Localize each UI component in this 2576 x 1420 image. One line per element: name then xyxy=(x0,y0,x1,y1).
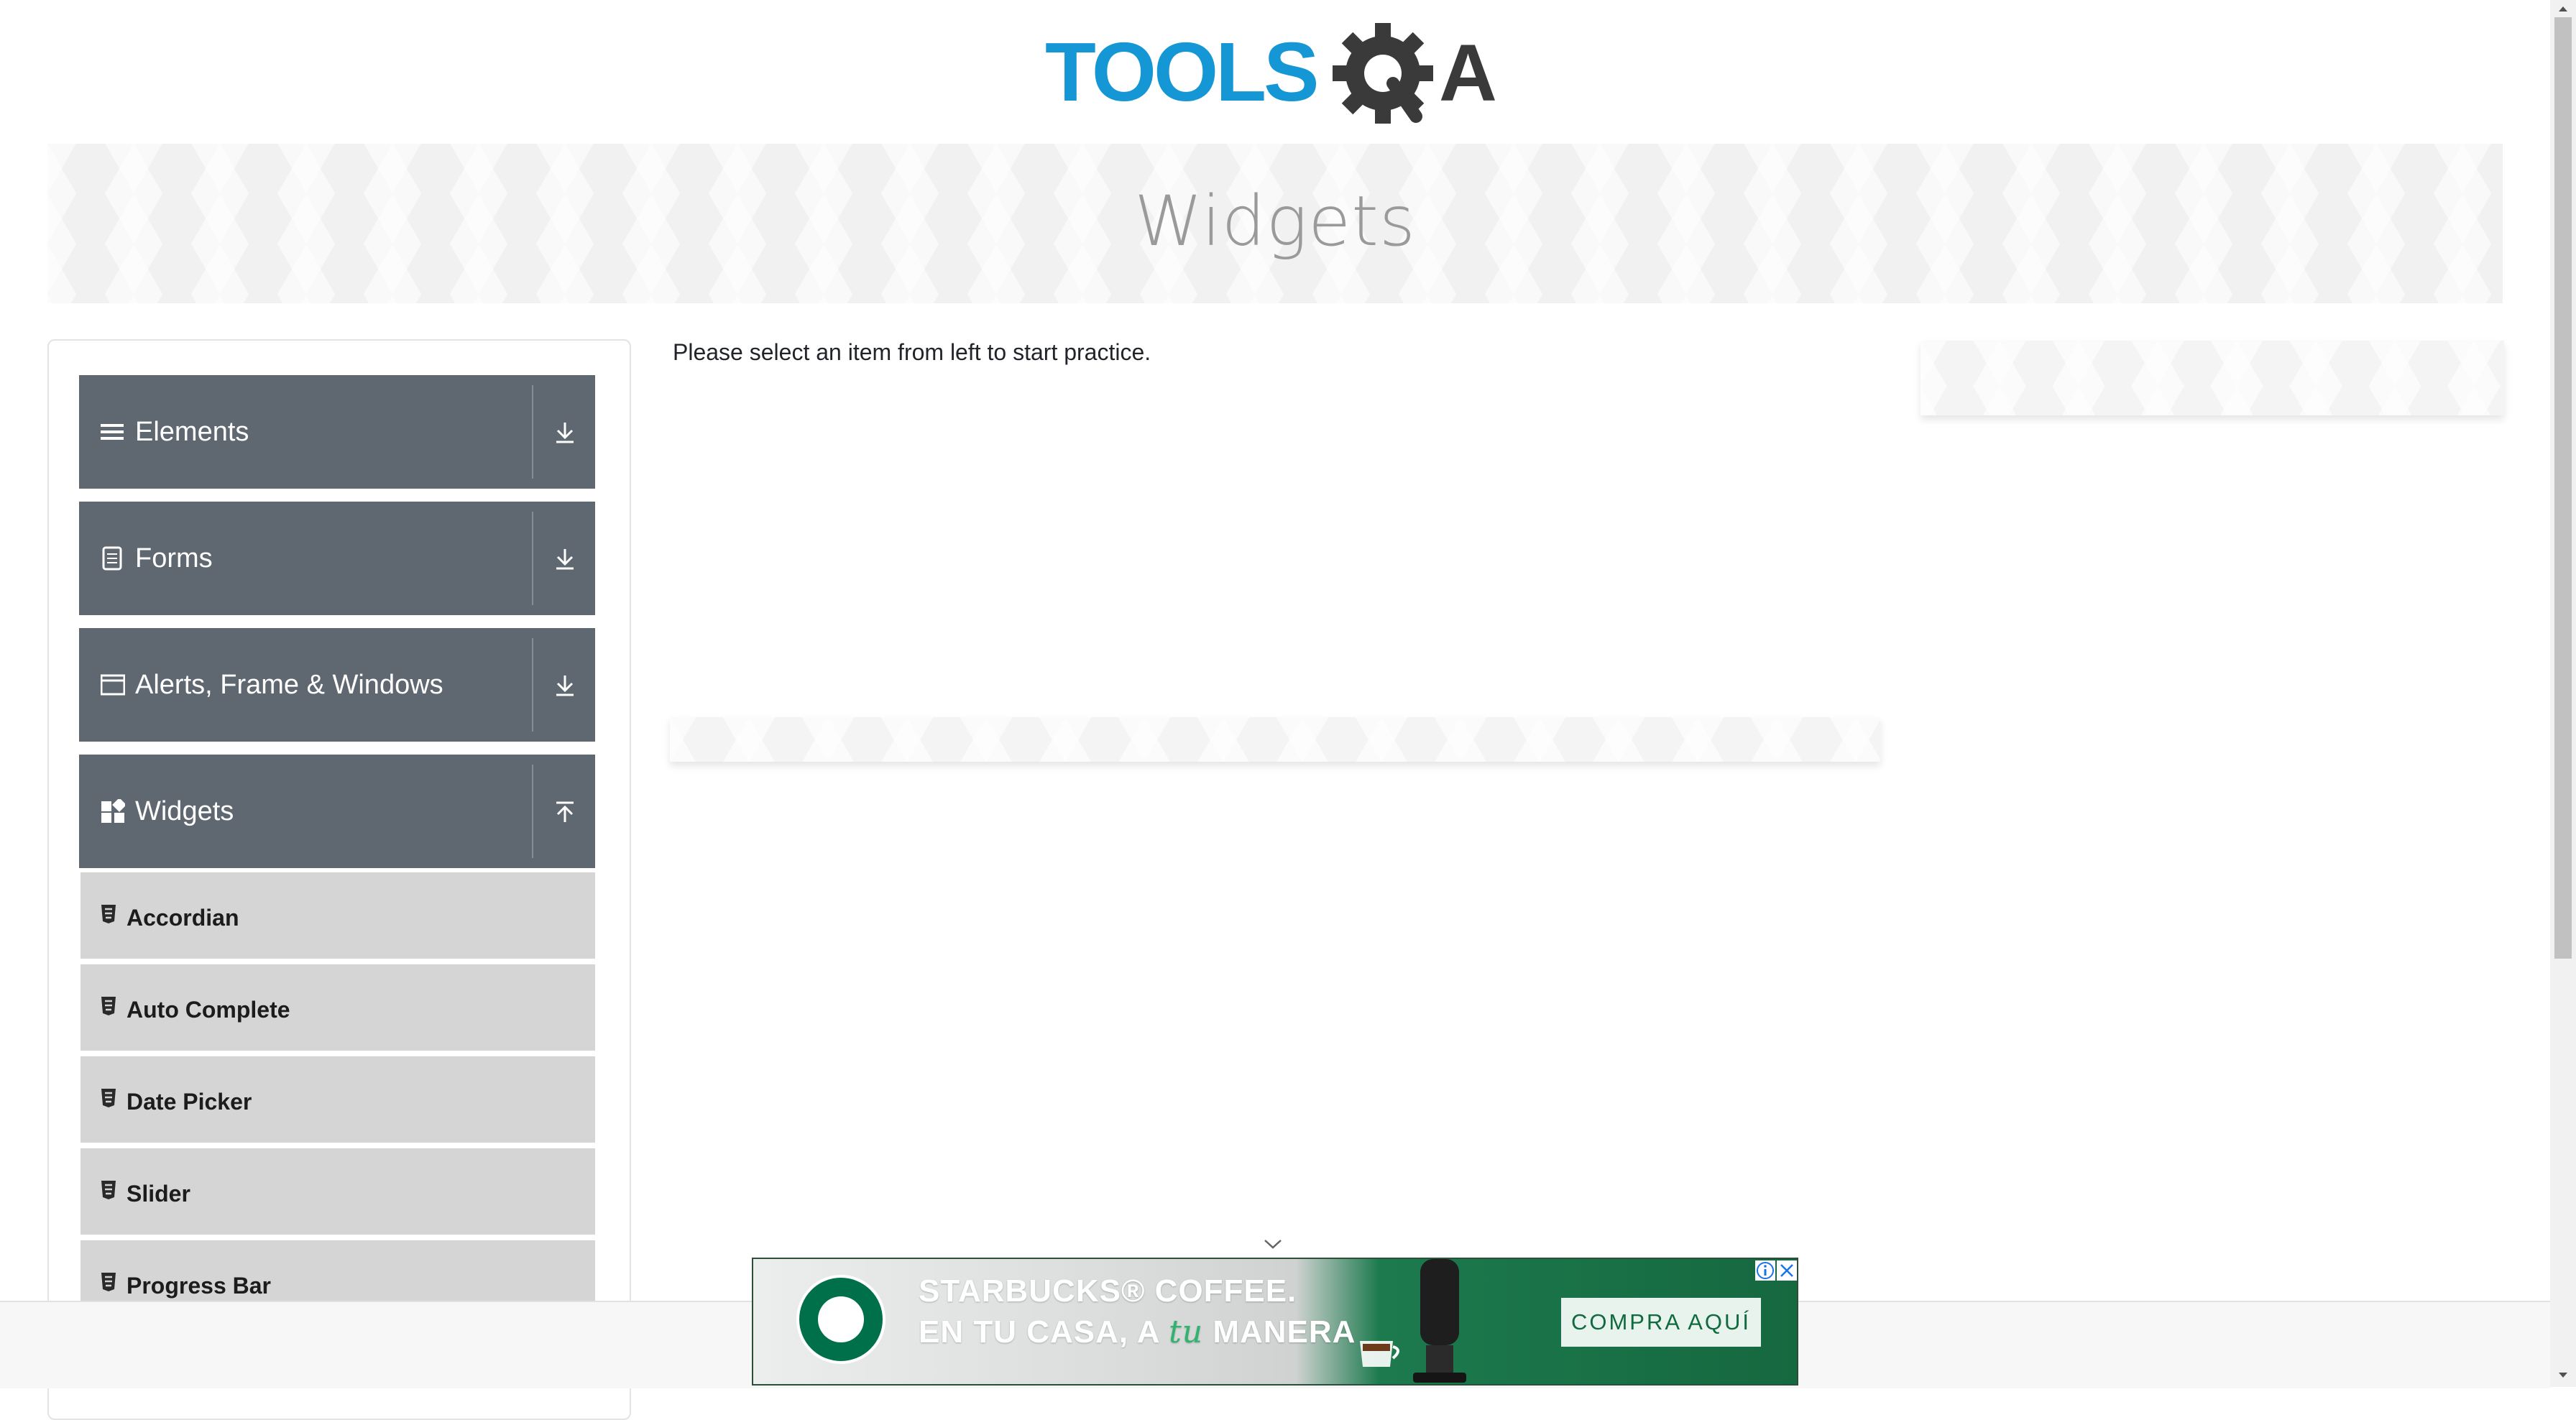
sidebar-item-slider[interactable]: Slider xyxy=(80,1148,595,1235)
divider xyxy=(532,512,533,605)
widgets-grid-icon xyxy=(101,799,125,823)
coffee-machine-image xyxy=(1413,1259,1466,1383)
nav-group-widgets[interactable]: Widgets xyxy=(79,755,595,868)
coffee-cup-image xyxy=(1360,1341,1399,1367)
ad-placeholder-center xyxy=(670,717,1880,762)
close-icon[interactable] xyxy=(1777,1260,1797,1281)
instruction-text: Please select an item from left to start… xyxy=(673,339,1151,365)
ad-subheadline-post: MANERA xyxy=(1203,1314,1356,1350)
gear-icon xyxy=(1333,23,1433,124)
info-icon[interactable] xyxy=(1755,1260,1775,1281)
sidebar-item-accordian[interactable]: Accordian xyxy=(80,872,595,959)
nav-group-label: Widgets xyxy=(135,796,234,826)
nav-group-label: Forms xyxy=(135,543,213,573)
page-title: Widgets xyxy=(1134,181,1416,262)
toolsqa-logo-svg: TOOLS A xyxy=(1045,23,1497,124)
sidebar-item-auto-complete[interactable]: Auto Complete xyxy=(80,964,595,1051)
scrollbar-thumb[interactable] xyxy=(2554,17,2572,959)
sidebar-item-label: Date Picker xyxy=(126,1089,252,1115)
document-icon xyxy=(102,546,122,571)
html5-icon xyxy=(101,1273,116,1291)
scroll-down-arrow-icon[interactable] xyxy=(2557,1371,2569,1380)
sidebar-item-label: Accordian xyxy=(126,905,239,931)
nav-group-label: Alerts, Frame & Windows xyxy=(135,670,443,700)
ad-subheadline-pre: EN TU CASA, A xyxy=(919,1314,1169,1350)
nav-group-elements[interactable]: Elements xyxy=(79,375,595,489)
starbucks-logo xyxy=(796,1275,886,1364)
window-icon xyxy=(101,674,125,696)
html5-icon xyxy=(101,905,116,923)
sidebar-item-date-picker[interactable]: Date Picker xyxy=(80,1056,595,1143)
nav-group-alerts-frame-windows[interactable]: Alerts, Frame & Windows xyxy=(79,628,595,742)
nav-group-label: Elements xyxy=(135,417,249,447)
html5-icon xyxy=(101,1181,116,1199)
chevron-down-icon[interactable] xyxy=(552,546,578,572)
divider xyxy=(532,638,533,732)
html5-icon xyxy=(101,1089,116,1107)
svg-text:A: A xyxy=(1439,28,1497,118)
chevron-down-icon[interactable] xyxy=(552,420,578,446)
nav-group-forms[interactable]: Forms xyxy=(79,502,595,615)
sidebar-item-label: Slider xyxy=(126,1181,190,1207)
advertisement-banner[interactable]: STARBUCKS® COFFEE. EN TU CASA, A tu MANE… xyxy=(752,1258,1798,1386)
svg-text:TOOLS: TOOLS xyxy=(1045,25,1316,119)
page-banner: Widgets xyxy=(47,144,2503,303)
html5-icon xyxy=(101,997,116,1015)
left-nav-panel: Elements Forms Alerts, Frame & Windows W… xyxy=(47,339,631,1420)
chevron-down-icon[interactable] xyxy=(552,673,578,699)
ad-subheadline: EN TU CASA, A tu MANERA xyxy=(919,1314,1356,1350)
chevron-up-icon[interactable] xyxy=(552,799,578,825)
logo-center xyxy=(818,1296,864,1342)
ad-headline: STARBUCKS® COFFEE. xyxy=(919,1273,1297,1309)
vertical-scrollbar[interactable] xyxy=(2550,0,2576,1387)
chevron-down-icon[interactable] xyxy=(1262,1236,1284,1252)
scroll-up-arrow-icon[interactable] xyxy=(2557,4,2569,13)
sidebar-item-label: Auto Complete xyxy=(126,997,290,1023)
divider xyxy=(532,385,533,479)
toolsqa-logo[interactable]: TOOLS A xyxy=(1045,22,1512,129)
ad-placeholder-right xyxy=(1920,341,2504,415)
ad-cta-button[interactable]: COMPRA AQUÍ xyxy=(1561,1298,1761,1347)
hamburger-icon xyxy=(101,424,124,440)
ad-subheadline-em: tu xyxy=(1169,1314,1204,1350)
divider xyxy=(532,765,533,858)
